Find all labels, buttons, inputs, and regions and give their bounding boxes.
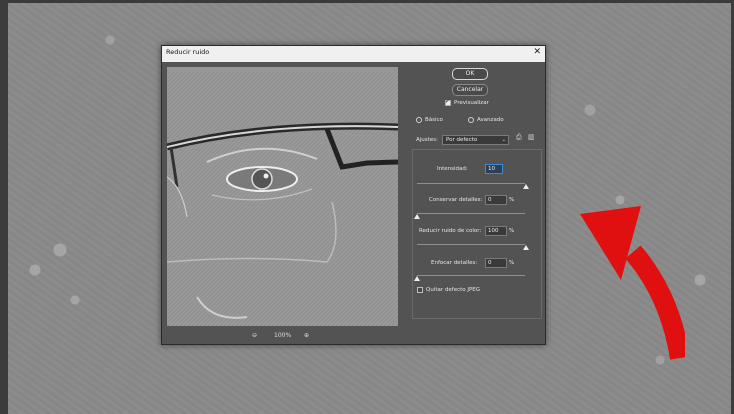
sharpen-details-slider-thumb[interactable] [414, 276, 420, 281]
cancel-button[interactable]: Cancelar [452, 84, 488, 96]
curved-arrow-icon [580, 206, 690, 360]
save-settings-icon[interactable]: ⎙ [516, 133, 522, 142]
preserve-details-unit: % [509, 197, 515, 203]
reduce-color-noise-slider-thumb[interactable] [523, 245, 529, 250]
chevron-down-icon: ⌄ [501, 137, 506, 143]
dialog-titlebar[interactable]: Reducir ruido ✕ [162, 46, 545, 62]
zoom-out-icon[interactable]: ⊖ [252, 332, 257, 339]
reduce-color-noise-input[interactable]: 100 [485, 226, 507, 236]
advanced-mode-radio[interactable] [468, 117, 474, 123]
basic-mode-radio[interactable] [416, 117, 422, 123]
sharpen-details-slider-track[interactable] [417, 275, 525, 276]
settings-label: Ajustes: [416, 137, 438, 143]
zoom-in-icon[interactable]: ⊕ [304, 332, 309, 339]
sharpen-details-label: Enfocar detalles: [431, 260, 478, 266]
reduce-color-noise-label: Reducir ruido de color: [419, 228, 482, 234]
preserve-details-label: Conservar detalles: [429, 197, 483, 203]
dialog-title: Reducir ruido [166, 48, 210, 56]
filter-options-panel: OK Cancelar Previsualizar Básico Avanzad… [404, 67, 544, 337]
zoom-level: 100% [274, 332, 292, 339]
intensity-label: Intensidad: [437, 166, 468, 172]
close-icon[interactable]: ✕ [533, 47, 541, 57]
filter-preview-image[interactable] [167, 67, 398, 326]
ok-button[interactable]: OK [452, 68, 488, 80]
intensity-input[interactable]: 10 [485, 164, 503, 174]
trash-icon[interactable]: ▥ [528, 133, 535, 141]
advanced-mode-label: Avanzado [477, 117, 504, 123]
preserve-details-slider-thumb[interactable] [414, 214, 420, 219]
settings-group: Intensidad: 10 Conservar detalles: 0 % R… [412, 149, 542, 319]
workspace-frame-top [0, 0, 734, 3]
reduce-color-noise-unit: % [509, 228, 515, 234]
intensity-slider-track[interactable] [417, 183, 525, 184]
red-annotation-arrow [575, 200, 690, 370]
settings-dropdown[interactable]: Por defecto ⌄ [442, 135, 509, 145]
remove-jpeg-artifact-label: Quitar defecto JPEG [426, 287, 481, 293]
basic-mode-label: Básico [425, 117, 443, 123]
preserve-details-input[interactable]: 0 [485, 195, 507, 205]
workspace-frame-left [0, 0, 8, 414]
reduce-color-noise-slider-track[interactable] [417, 244, 525, 245]
reduce-noise-dialog: Reducir ruido ✕ ⊖ 100% ⊕ OK Cancelar ✓ P… [161, 45, 546, 345]
sharpen-details-unit: % [509, 260, 515, 266]
intensity-slider-thumb[interactable] [523, 184, 529, 189]
sharpen-details-input[interactable]: 0 [485, 258, 507, 268]
face-preview-illustration [167, 67, 398, 326]
preview-zoom-controls: ⊖ 100% ⊕ [252, 332, 317, 342]
preview-checkbox[interactable] [445, 98, 451, 106]
preserve-details-slider-track[interactable] [417, 213, 525, 214]
preview-label: Previsualizar [454, 100, 489, 106]
remove-jpeg-artifact-checkbox[interactable] [417, 287, 423, 293]
settings-dropdown-value: Por defecto [446, 137, 478, 143]
